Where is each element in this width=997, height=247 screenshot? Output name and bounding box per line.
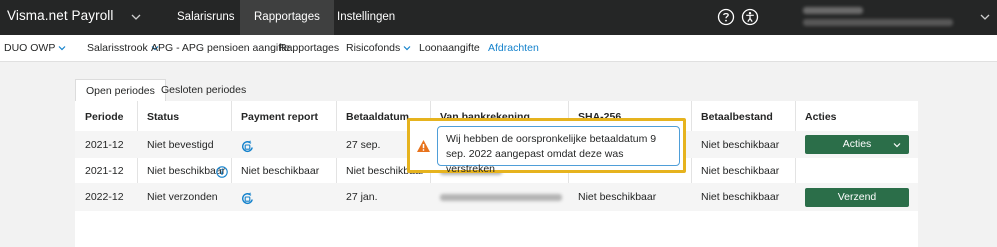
top-bar: Visma.net Payroll Salarisruns Rapportage…: [0, 0, 997, 35]
subnav-duo-owp[interactable]: DUO OWP: [4, 35, 66, 62]
header-periode[interactable]: Periode: [85, 111, 124, 123]
chevron-down-icon: [58, 46, 66, 51]
help-icon[interactable]: [717, 8, 735, 26]
chevron-down-icon: [403, 46, 411, 51]
cell-betaaldatum: 27 sep.: [346, 139, 381, 151]
topnav-salarisruns[interactable]: Salarisruns: [163, 0, 249, 35]
header-status[interactable]: Status: [147, 111, 179, 123]
acties-dropdown-button[interactable]: Acties: [805, 135, 909, 154]
user-name[interactable]: [803, 7, 863, 14]
cell-betaalbestand: Niet beschikbaar: [701, 191, 780, 203]
tab-gesloten-periodes[interactable]: Gesloten periodes: [151, 79, 256, 101]
topnav-instellingen[interactable]: Instellingen: [323, 0, 409, 35]
cell-sha-256: Niet beschikbaar: [578, 191, 657, 203]
accessibility-icon[interactable]: [741, 8, 759, 26]
cell-status: Niet bevestigd: [147, 139, 214, 151]
cell-status: Niet beschikbaar: [147, 165, 226, 177]
tooltip-message: Wij hebben de oorspronkelijke betaaldatu…: [437, 126, 680, 175]
sub-navigation: DUO OWP Salarisstrook APG - APG pensioen…: [0, 35, 997, 62]
payment-report-icon[interactable]: [241, 140, 254, 153]
tabs-bar: Open periodes Gesloten periodes: [75, 79, 918, 101]
subnav-rapportages[interactable]: Rapportages: [279, 35, 339, 62]
header-betaalbestand[interactable]: Betaalbestand: [701, 111, 773, 123]
tooltip-highlight: Wij hebben de oorspronkelijke betaaldatu…: [407, 118, 686, 175]
header-acties[interactable]: Acties: [805, 111, 837, 123]
chevron-down-icon[interactable]: [130, 11, 142, 23]
chevron-down-icon: [893, 143, 901, 148]
user-company: [803, 19, 953, 26]
chevron-down-icon[interactable]: [979, 11, 991, 23]
cell-payment-report: Niet beschikbaar: [241, 165, 320, 177]
verzend-button-label: Verzend: [837, 191, 877, 203]
table-row: 2022-12 Niet verzonden 27 jan. Niet besc…: [75, 183, 918, 211]
topnav-rapportages[interactable]: Rapportages: [240, 0, 334, 35]
warning-icon: [417, 140, 430, 152]
cell-betaalbestand: Niet beschikbaar: [701, 165, 780, 177]
cell-van-bankrekening: [440, 194, 562, 201]
subnav-risicofonds[interactable]: Risicofonds: [346, 35, 411, 62]
cell-periode: 2021-12: [85, 165, 124, 177]
verzend-button[interactable]: Verzend: [805, 188, 909, 207]
info-icon[interactable]: [216, 166, 228, 178]
acties-button-label: Acties: [842, 138, 872, 150]
cell-periode: 2021-12: [85, 139, 124, 151]
cell-betaaldatum: 27 jan.: [346, 191, 378, 203]
subnav-label: DUO OWP: [4, 42, 56, 54]
subnav-label: Salarisstrook: [87, 42, 148, 54]
subnav-label: Risicofonds: [346, 42, 401, 54]
header-betaaldatum[interactable]: Betaaldatum: [346, 111, 409, 123]
subnav-apg-pensioen[interactable]: APG - APG pensioen aangifte: [151, 35, 290, 62]
cell-status: Niet verzonden: [147, 191, 218, 203]
payment-report-icon[interactable]: [241, 192, 254, 205]
subnav-afdrachten[interactable]: Afdrachten: [488, 35, 539, 62]
app-title[interactable]: Visma.net Payroll: [7, 8, 114, 23]
cell-periode: 2022-12: [85, 191, 124, 203]
subnav-salarisstrook[interactable]: Salarisstrook: [87, 35, 159, 62]
cell-betaalbestand: Niet beschikbaar: [701, 139, 780, 151]
header-payment-report[interactable]: Payment report: [241, 111, 318, 123]
subnav-loonaangifte[interactable]: Loonaangifte: [419, 35, 480, 62]
